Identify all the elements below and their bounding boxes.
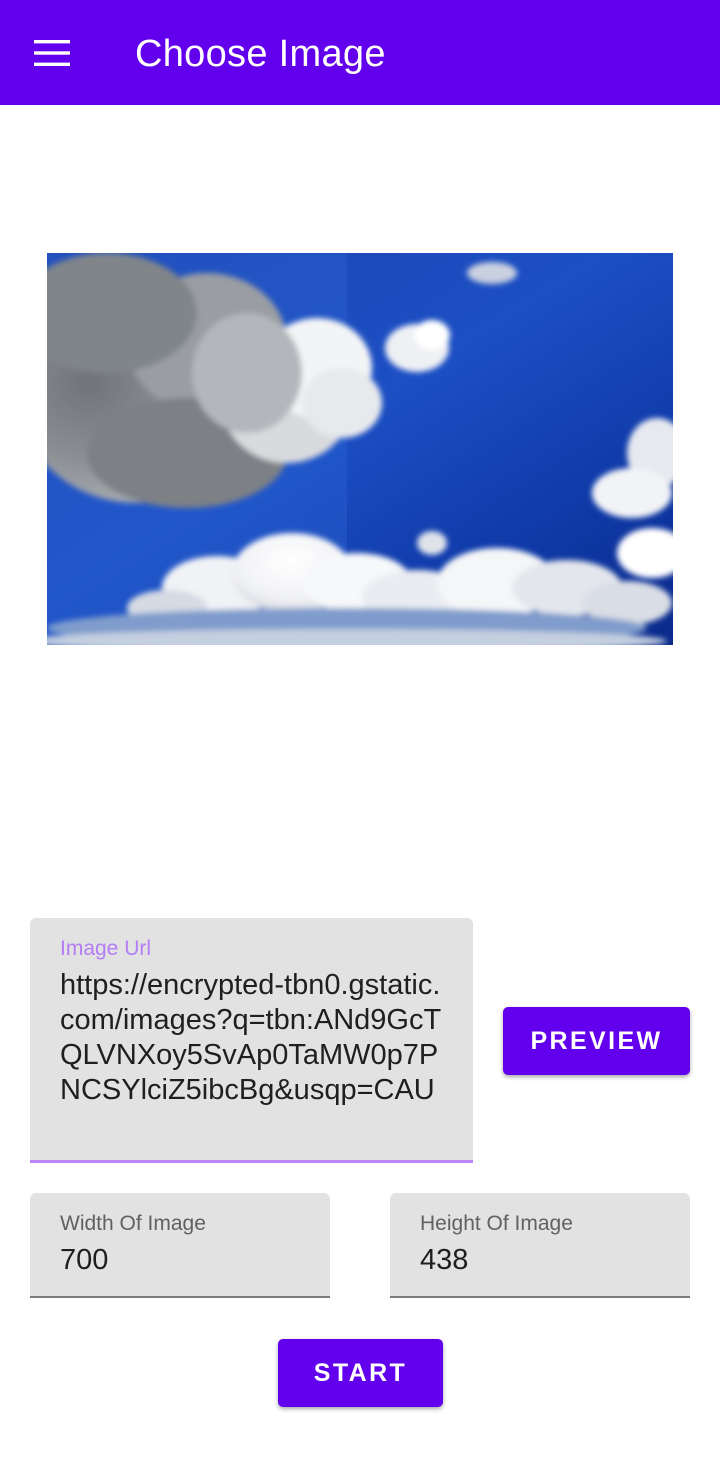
page-title: Choose Image [135, 33, 386, 75]
image-url-label: Image Url [60, 937, 152, 960]
image-width-field[interactable]: Width Of Image 700 [30, 1193, 330, 1298]
preview-button[interactable]: PREVIEW [503, 1007, 690, 1075]
image-height-input[interactable]: 438 [420, 1243, 720, 1278]
image-height-field[interactable]: Height Of Image 438 [390, 1193, 690, 1298]
image-url-input[interactable]: https://encrypted-tbn0.gstatic.com/image… [60, 968, 452, 1108]
preview-image [47, 253, 673, 645]
app-bar: Choose Image [0, 0, 720, 105]
image-height-label: Height Of Image [420, 1212, 573, 1235]
image-url-field[interactable]: Image Url https://encrypted-tbn0.gstatic… [30, 918, 473, 1163]
image-width-label: Width Of Image [60, 1212, 206, 1235]
menu-icon[interactable] [22, 28, 82, 78]
start-button[interactable]: START [278, 1339, 443, 1407]
